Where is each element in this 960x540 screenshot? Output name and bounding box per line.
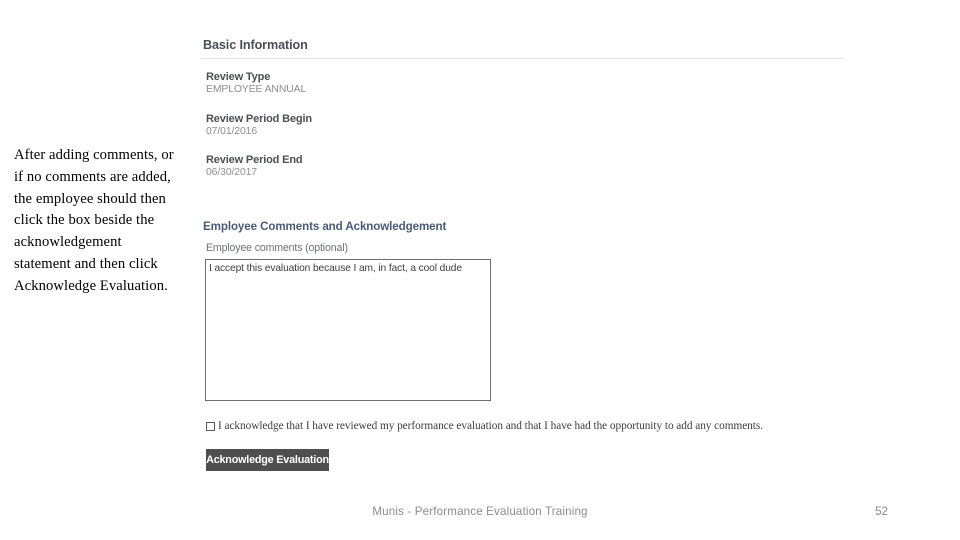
footer-page-number: 52 — [875, 505, 888, 518]
field-review-period-end: Review Period End 06/30/2017 — [206, 154, 303, 178]
field-value-review-period-begin: 07/01/2016 — [206, 126, 258, 137]
field-label-review-period-end: Review Period End — [206, 154, 303, 166]
employee-comments-heading: Employee Comments and Acknowledgement — [203, 220, 447, 233]
field-review-period-begin: Review Period Begin 07/01/2016 — [206, 113, 312, 137]
basic-information-heading: Basic Information — [203, 38, 308, 52]
field-value-review-type: EMPLOYEE ANNUAL — [206, 84, 307, 95]
field-review-type: Review Type EMPLOYEE ANNUAL — [206, 71, 306, 95]
acknowledge-evaluation-button[interactable]: Acknowledge Evaluation — [206, 449, 329, 471]
field-value-review-period-end: 06/30/2017 — [206, 167, 258, 178]
acknowledgement-statement: I acknowledge that I have reviewed my pe… — [218, 420, 763, 432]
slide-footer: Munis - Performance Evaluation Training … — [0, 505, 960, 525]
footer-title: Munis - Performance Evaluation Training — [372, 505, 588, 518]
section-divider — [201, 58, 843, 59]
acknowledgement-row[interactable]: I acknowledge that I have reviewed my pe… — [206, 420, 763, 433]
application-screenshot: Basic Information Review Type EMPLOYEE A… — [196, 30, 856, 480]
field-label-review-type: Review Type — [206, 71, 271, 83]
field-label-review-period-begin: Review Period Begin — [206, 113, 312, 125]
instruction-text: After adding comments, or if no comments… — [14, 147, 174, 294]
employee-comments-textarea[interactable] — [205, 259, 491, 401]
acknowledgement-checkbox[interactable] — [206, 422, 215, 431]
employee-comments-field-label: Employee comments (optional) — [206, 242, 348, 254]
